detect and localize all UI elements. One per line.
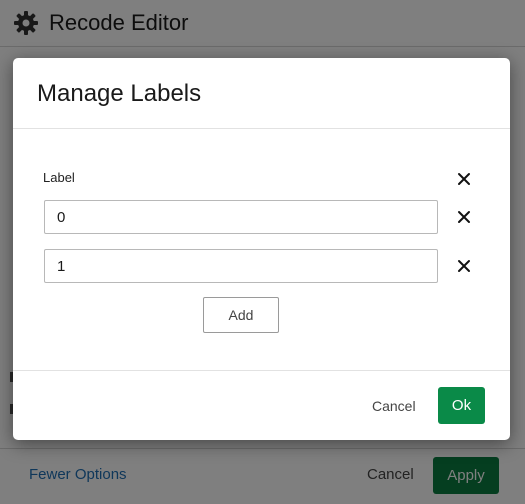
- label-input-1[interactable]: [44, 249, 438, 283]
- remove-label-close-icon[interactable]: [456, 258, 472, 274]
- dialog-cancel-button[interactable]: Cancel: [372, 398, 416, 414]
- dialog-title: Manage Labels: [37, 80, 202, 107]
- manage-labels-dialog: Manage Labels Label Add Cancel Ok: [13, 58, 510, 440]
- dialog-header-divider: [13, 128, 510, 129]
- remove-label-close-icon[interactable]: [456, 209, 472, 225]
- label-column-header: Label: [43, 170, 75, 185]
- label-input-0[interactable]: [44, 200, 438, 234]
- ok-button[interactable]: Ok: [438, 387, 485, 424]
- add-label-button[interactable]: Add: [203, 297, 279, 333]
- remove-all-close-icon[interactable]: [456, 171, 472, 187]
- dialog-footer-divider: [13, 370, 510, 371]
